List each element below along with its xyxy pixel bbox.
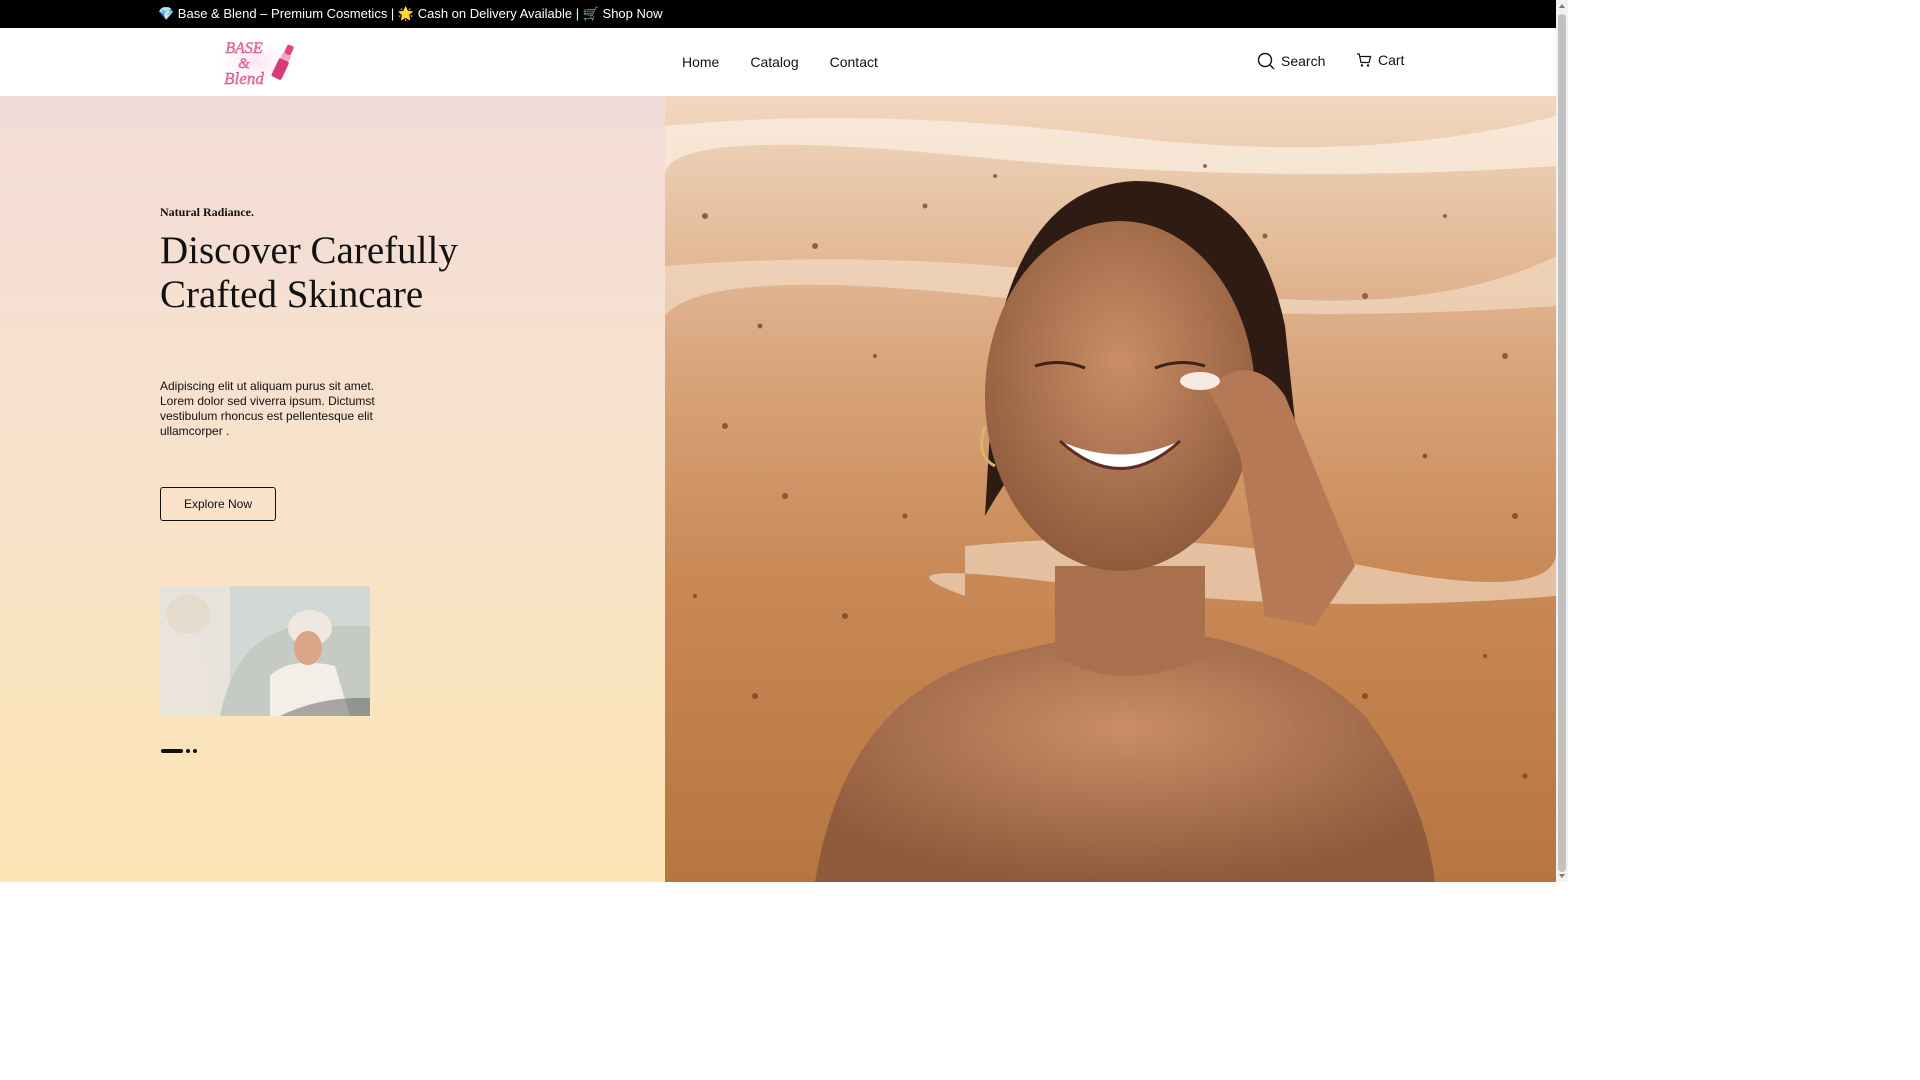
nav-contact[interactable]: Contact [830, 54, 878, 70]
site-header: BASE & Blend Home Catalog Contact Search… [0, 28, 1556, 97]
cart-icon [1357, 53, 1372, 67]
cart-label: Cart [1378, 52, 1405, 68]
carousel-dot[interactable] [161, 749, 183, 753]
announcement-text: 💎 Base & Blend – Premium Cosmetics | 🌟 C… [158, 6, 663, 21]
hero-eyebrow: Natural Radiance. [160, 205, 254, 219]
explore-now-button[interactable]: Explore Now [160, 487, 276, 521]
nav-home[interactable]: Home [682, 54, 719, 70]
page-scrollbar[interactable] [1556, 0, 1568, 882]
nav-catalog[interactable]: Catalog [750, 54, 798, 70]
scroll-up-icon[interactable] [1559, 4, 1565, 8]
carousel-indicator [161, 749, 197, 753]
hero-text-panel: Natural Radiance. Discover Carefully Cra… [0, 96, 665, 882]
brand-logo[interactable]: BASE & Blend [214, 36, 298, 88]
scroll-down-icon[interactable] [1559, 874, 1565, 878]
carousel-dot[interactable] [186, 749, 190, 753]
search-button[interactable]: Search [1257, 52, 1325, 70]
search-icon [1257, 52, 1275, 70]
search-label: Search [1281, 53, 1326, 69]
scrollbar-thumb[interactable] [1558, 14, 1566, 872]
hero-headline: Discover Carefully Crafted Skincare [160, 229, 458, 316]
hero-thumbnail-image[interactable] [160, 586, 370, 716]
carousel-dot[interactable] [193, 749, 197, 753]
cart-button[interactable]: Cart [1356, 52, 1404, 68]
hero-image [665, 96, 1556, 882]
announcement-bar: 💎 Base & Blend – Premium Cosmetics | 🌟 C… [0, 0, 1556, 28]
main-nav: Home Catalog Contact [682, 54, 878, 70]
logo-line-3: Blend [224, 69, 264, 88]
logo-line-1: BASE [225, 40, 263, 57]
hero-body: Adipiscing elit ut aliquam purus sit ame… [160, 379, 375, 438]
